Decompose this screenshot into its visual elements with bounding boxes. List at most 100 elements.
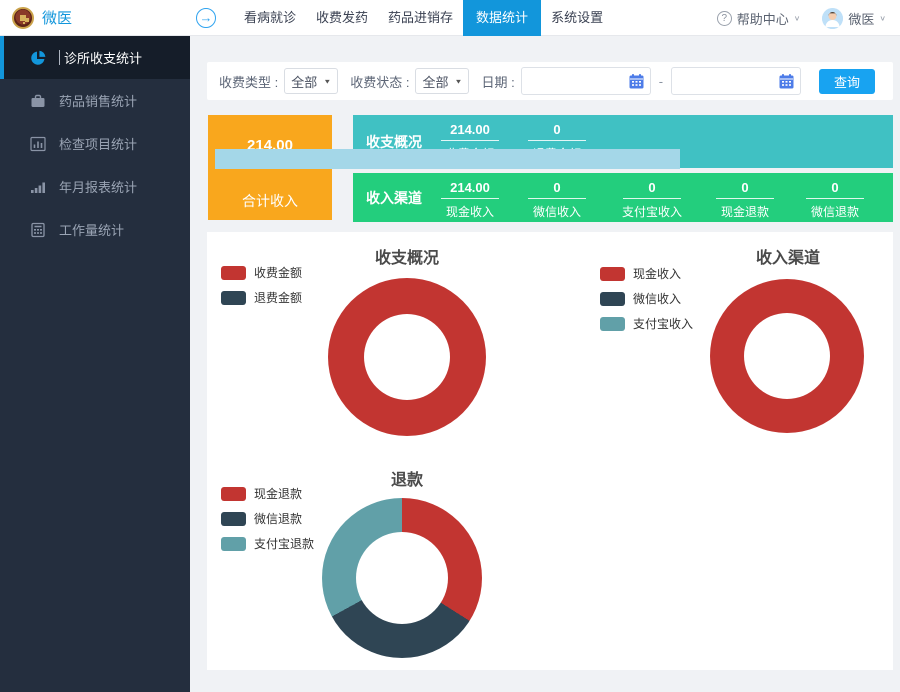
top-nav-tabs: 看病就诊 收费发药 药品进销存 数据统计 系统设置: [234, 0, 613, 36]
legend-swatch: [221, 537, 246, 551]
legend-item[interactable]: 支付宝退款: [221, 535, 314, 552]
sidebar-item-label: 工作量统计: [59, 220, 124, 239]
refunds-donut-chart[interactable]: [322, 498, 482, 658]
brand-name: 微医: [42, 7, 72, 28]
legend-label: 微信退款: [254, 510, 302, 527]
fee-status-select[interactable]: 全部 ▼: [415, 68, 469, 94]
help-label: 帮助中心: [737, 9, 789, 28]
legend-label: 现金退款: [254, 485, 302, 502]
chart-title-refunds: 退款: [327, 466, 487, 490]
legend-item[interactable]: 收费金额: [221, 264, 302, 281]
column-value: 0: [703, 180, 787, 195]
column-divider: [528, 198, 586, 199]
legend-swatch: [221, 291, 246, 305]
help-icon: ?: [717, 11, 732, 26]
overview-donut-chart[interactable]: [328, 278, 486, 436]
legend-label: 支付宝退款: [254, 535, 314, 552]
date-to-field[interactable]: [671, 67, 801, 95]
calendar-icon: [779, 74, 794, 89]
fee-type-value: 全部: [291, 72, 317, 91]
legend-swatch: [600, 267, 625, 281]
column-value: 0: [793, 180, 877, 195]
fee-type-label: 收费类型 :: [219, 72, 278, 91]
redaction-overlay: [215, 149, 680, 169]
fee-status-label: 收费状态 :: [350, 72, 409, 91]
legend-label: 现金收入: [633, 265, 681, 282]
donut-hole: [364, 314, 450, 400]
sidebar-item-label: 药品销售统计: [59, 91, 137, 110]
legend-swatch: [221, 266, 246, 280]
legend-item[interactable]: 现金退款: [221, 485, 314, 502]
date-range-separator: -: [659, 74, 663, 89]
tab-drug-inventory[interactable]: 药品进销存: [378, 0, 463, 36]
channel-bar-title: 收入渠道: [366, 173, 422, 222]
channels-donut-chart[interactable]: [710, 279, 864, 433]
donut-hole: [356, 532, 448, 624]
app-logo-icon: [12, 7, 34, 29]
sidebar-item-exam-items[interactable]: 检查项目统计: [0, 122, 190, 165]
sidebar-item-clinic-income-expense[interactable]: 诊所收支统计: [0, 36, 190, 79]
fee-type-select[interactable]: 全部 ▼: [284, 68, 338, 94]
chart-title-channels: 收入渠道: [708, 244, 868, 268]
column-value: 214.00: [428, 180, 512, 195]
calendar-icon: [629, 74, 644, 89]
tab-charging-dispensing[interactable]: 收费发药: [306, 0, 378, 36]
column-label: 现金退款: [703, 203, 787, 220]
calculator-icon: [30, 222, 48, 238]
avatar-person-icon: [822, 8, 843, 29]
donut-hole: [744, 313, 830, 399]
column-divider: [623, 198, 681, 199]
legend-label: 退费金额: [254, 289, 302, 306]
sidebar-item-workload[interactable]: 工作量统计: [0, 208, 190, 251]
help-center-menu[interactable]: ? 帮助中心 ∨: [717, 9, 801, 28]
sidebar-item-monthly-reports[interactable]: 年月报表统计: [0, 165, 190, 208]
filter-panel: 收费类型 : 全部 ▼ 收费状态 : 全部 ▼ 日期 : - 查询: [207, 62, 893, 100]
legend-label: 支付宝收入: [633, 315, 693, 332]
fee-status-value: 全部: [422, 72, 448, 91]
summary-column: 0 微信收入: [515, 180, 599, 220]
total-income-label: 合计收入: [208, 191, 332, 211]
sidebar-item-label: 检查项目统计: [59, 134, 137, 153]
bar-chart-icon: [30, 136, 48, 152]
chart-legend-channels: 现金收入 微信收入 支付宝收入: [600, 265, 693, 332]
date-label: 日期 :: [481, 72, 514, 91]
legend-swatch: [221, 487, 246, 501]
column-label: 现金收入: [428, 203, 512, 220]
user-avatar: [822, 8, 843, 29]
summary-column: 0 支付宝收入: [610, 180, 694, 220]
sidebar-item-label: 年月报表统计: [59, 177, 137, 196]
column-label: 微信收入: [515, 203, 599, 220]
pie-chart-icon: [30, 50, 48, 66]
legend-item[interactable]: 支付宝收入: [600, 315, 693, 332]
column-divider: [441, 140, 499, 141]
text-caret: [59, 50, 60, 65]
top-navbar: 微医 → 看病就诊 收费发药 药品进销存 数据统计 系统设置 ? 帮助中心 ∨ …: [0, 0, 900, 36]
chart-legend-refunds: 现金退款 微信退款 支付宝退款: [221, 485, 314, 552]
column-value: 0: [515, 180, 599, 195]
legend-swatch: [600, 317, 625, 331]
legend-item[interactable]: 现金收入: [600, 265, 693, 282]
sidebar-item-drug-sales[interactable]: 药品销售统计: [0, 79, 190, 122]
tab-data-statistics[interactable]: 数据统计: [463, 0, 541, 36]
summary-column: 0 现金退款: [703, 180, 787, 220]
legend-item[interactable]: 微信退款: [221, 510, 314, 527]
caret-down-icon: ▼: [323, 77, 331, 84]
tab-outpatient[interactable]: 看病就诊: [234, 0, 306, 36]
chart-legend-overview: 收费金额 退费金额: [221, 264, 302, 306]
user-menu[interactable]: 微医 ∨: [822, 8, 886, 29]
medicine-box-icon: [30, 93, 48, 109]
legend-item[interactable]: 微信收入: [600, 290, 693, 307]
legend-item[interactable]: 退费金额: [221, 289, 302, 306]
user-name: 微医: [848, 9, 874, 28]
column-divider: [806, 198, 864, 199]
brand-area: 微医: [0, 7, 190, 29]
tab-system-settings[interactable]: 系统设置: [541, 0, 613, 36]
sidebar-collapse-button[interactable]: →: [196, 8, 216, 28]
column-divider: [716, 198, 774, 199]
date-from-field[interactable]: [521, 67, 651, 95]
sidebar-item-label: 诊所收支统计: [64, 48, 142, 67]
income-channel-bar: 收入渠道 214.00 现金收入 0 微信收入 0 支付宝收入 0 现金退款 0…: [353, 173, 893, 222]
search-button[interactable]: 查询: [819, 69, 875, 94]
legend-swatch: [221, 512, 246, 526]
sidebar: 诊所收支统计 药品销售统计 检查项目统计 年月报表统计 工作量统计: [0, 36, 190, 692]
